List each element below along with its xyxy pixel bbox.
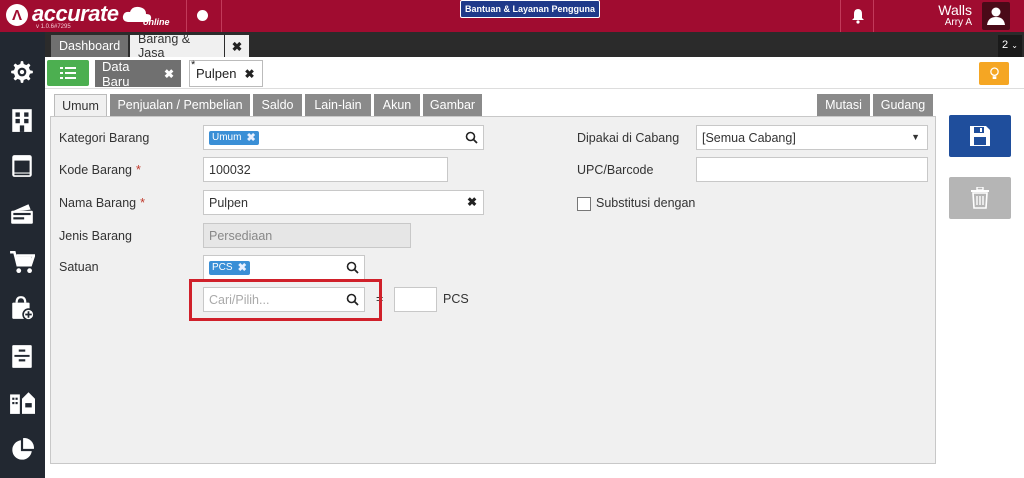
unit-ratio-label: PCS (443, 292, 469, 306)
save-button[interactable] (949, 115, 1011, 157)
logo-online-text: online (143, 17, 170, 27)
tab-label: Data Baru (102, 58, 130, 89)
kategori-label: Kategori Barang (59, 131, 150, 145)
caret-down-icon: ▼ (911, 132, 920, 142)
tab-label: Pulpen (196, 66, 237, 81)
jenis-field: Persediaan (203, 223, 411, 248)
shopping-bag-add-icon[interactable] (8, 294, 36, 322)
unit-ratio-field[interactable] (394, 287, 437, 312)
logo-mark-icon: Λ (6, 4, 28, 26)
upc-label: UPC/Barcode (577, 163, 654, 177)
cabang-select[interactable]: [Semua Cabang] ▼ (696, 125, 928, 150)
building-icon[interactable] (8, 106, 36, 134)
tab-dashboard[interactable]: Dashboard (51, 35, 128, 57)
save-icon (970, 126, 990, 146)
kategori-tag: Umum ✖ (209, 130, 259, 145)
modified-marker: * (191, 59, 196, 71)
highlight-box (189, 279, 382, 321)
kode-field[interactable]: 100032 (203, 157, 448, 182)
jenis-value: Persediaan (209, 228, 273, 243)
tab-lain-lain[interactable]: Lain-lain (305, 94, 371, 116)
substitusi-checkbox[interactable] (577, 197, 591, 211)
company-icon[interactable] (8, 388, 36, 416)
open-tabs-count-value: 2 (1002, 39, 1009, 51)
lightbulb-icon (989, 67, 999, 79)
trash-icon (971, 187, 989, 209)
general-panel: Kategori Barang Umum ✖ Kode Barang * 1000… (50, 116, 936, 464)
tab-akun[interactable]: Akun (374, 94, 420, 116)
divider (840, 0, 841, 32)
required-marker: * (140, 196, 145, 210)
document-tabs: Data Baru ✖ * Pulpen ✖ (45, 57, 1024, 89)
nama-value: Pulpen (209, 195, 248, 210)
nama-label: Nama Barang * (59, 196, 145, 210)
open-tabs-count[interactable]: 2 ⌄ (998, 35, 1022, 57)
tips-button[interactable] (979, 62, 1009, 85)
help-support-button[interactable]: Bantuan & Layanan Pengguna (460, 0, 600, 18)
app-logo[interactable]: Λ accurate (6, 2, 153, 30)
avatar[interactable] (982, 2, 1010, 30)
archive-icon[interactable] (8, 342, 36, 370)
user-subtitle: Arry A (944, 17, 972, 28)
sidebar (0, 32, 45, 478)
kode-label-text: Kode Barang (59, 163, 132, 177)
status-dot-icon[interactable] (197, 10, 208, 21)
delete-button[interactable] (949, 177, 1011, 219)
divider (221, 0, 222, 32)
tab-penjualan-pembelian[interactable]: Penjualan / Pembelian (110, 94, 250, 116)
chevron-down-icon: ⌄ (1011, 41, 1018, 50)
nama-label-text: Nama Barang (59, 196, 137, 210)
kode-value: 100032 (209, 162, 251, 177)
bell-icon[interactable] (851, 8, 865, 24)
close-icon[interactable]: ✖ (164, 67, 174, 81)
tag-label: Umum (212, 132, 242, 143)
logo-text: accurate (32, 1, 119, 26)
divider (873, 0, 874, 32)
close-tab-button[interactable]: ✖ (225, 35, 249, 57)
substitusi-label: Substitusi dengan (596, 196, 696, 210)
list-view-button[interactable] (47, 60, 89, 86)
user-icon (987, 7, 1005, 25)
app-version: v 1.0.6#7295 (36, 24, 71, 30)
tab-barang-jasa[interactable]: Barang & Jasa (130, 32, 224, 60)
divider (186, 0, 187, 32)
tab-saldo[interactable]: Saldo (253, 94, 302, 116)
tab-gudang[interactable]: Gudang (873, 94, 933, 116)
jenis-label: Jenis Barang (59, 229, 132, 243)
required-marker: * (135, 163, 141, 177)
ledger-icon[interactable] (8, 152, 36, 180)
kode-label: Kode Barang * (59, 163, 141, 177)
satuan-tag: PCS ✖ (209, 260, 250, 275)
cart-icon[interactable] (8, 248, 36, 276)
cabang-value: [Semua Cabang] (702, 130, 796, 145)
tab-pulpen[interactable]: * Pulpen ✖ (189, 59, 263, 87)
upc-field[interactable] (696, 157, 928, 182)
settings-icon[interactable] (8, 58, 36, 86)
satuan-label: Satuan (59, 260, 99, 274)
close-icon[interactable]: ✖ (244, 67, 254, 81)
module-tabs-bar: Dashboard Barang & Jasa ✖ 2 ⌄ (45, 32, 1024, 60)
wallet-icon[interactable] (8, 200, 36, 228)
clear-icon[interactable]: ✖ (467, 195, 477, 209)
tag-label: PCS (212, 262, 233, 273)
tab-data-baru[interactable]: Data Baru ✖ (95, 58, 181, 89)
kategori-field[interactable]: Umum ✖ (203, 125, 484, 150)
tab-mutasi[interactable]: Mutasi (817, 94, 870, 116)
remove-tag-icon[interactable]: ✖ (238, 261, 247, 274)
nama-field[interactable]: Pulpen ✖ (203, 190, 484, 215)
tab-gambar[interactable]: Gambar (423, 94, 482, 116)
cabang-label: Dipakai di Cabang (577, 131, 680, 145)
top-bar: Λ accurate online v 1.0.6#7295 Bantuan &… (0, 0, 1024, 32)
search-icon[interactable] (465, 131, 478, 144)
list-icon (60, 67, 76, 79)
pie-chart-icon[interactable] (8, 436, 36, 464)
tab-umum[interactable]: Umum (54, 94, 107, 116)
search-icon[interactable] (346, 261, 359, 274)
remove-tag-icon[interactable]: ✖ (246, 131, 255, 144)
satuan-field[interactable]: PCS ✖ (203, 255, 365, 280)
item-form: Umum Penjualan / Pembelian Saldo Lain-la… (45, 89, 1024, 478)
user-name[interactable]: Walls (938, 3, 972, 17)
